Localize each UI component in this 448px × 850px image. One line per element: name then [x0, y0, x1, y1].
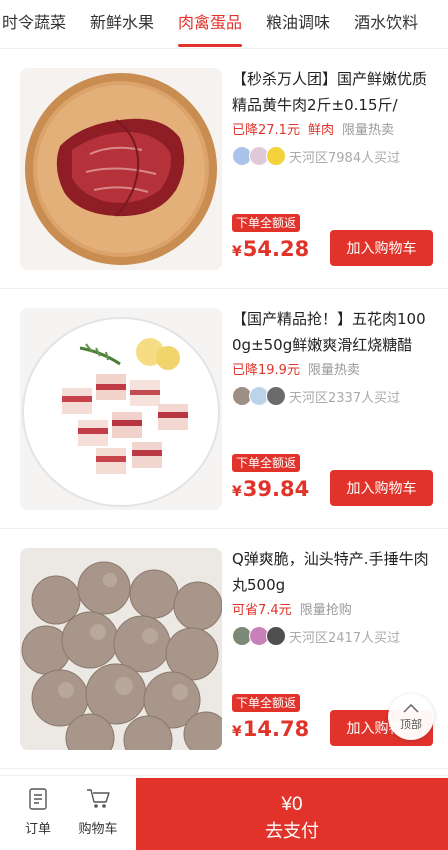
checkout-label: 去支付: [265, 821, 319, 841]
add-to-cart-button[interactable]: 加入购物车: [330, 230, 433, 266]
avatar: [266, 386, 286, 406]
buyer-avatars: [232, 146, 286, 166]
avatar: [266, 626, 286, 646]
product-title[interactable]: 【秒杀万人团】国产鲜嫩优质 精品黄牛肉2斤±0.15斤/: [232, 66, 434, 118]
avatar: [266, 146, 286, 166]
product-card[interactable]: 【国产精品抢！】五花肉1000g±50g鲜嫩爽滑红烧糖醋 已降19.9元 限量热卖…: [0, 288, 448, 529]
buyers-count-text: 天河区2417人买过: [289, 630, 401, 646]
product-card[interactable]: 【秒杀万人团】国产鲜嫩优质 精品黄牛肉2斤±0.15斤/ 已降27.1元 鲜肉 限量…: [0, 48, 448, 289]
orders-label: 订单: [24, 822, 51, 837]
price-value: 54.28: [242, 237, 310, 261]
hot-sale-tag: 限量热卖: [341, 123, 394, 138]
product-title[interactable]: 【国产精品抢！】五花肉1000g±50g鲜嫩爽滑红烧糖醋: [232, 306, 434, 358]
cashback-badge: 下单全额返: [232, 454, 301, 472]
product-price: ¥39.84: [232, 474, 309, 507]
product-price: ¥14.78: [232, 714, 309, 747]
currency-symbol: ¥: [232, 244, 242, 260]
buyer-avatars: [232, 386, 286, 406]
shopping-cart-icon: [68, 788, 128, 814]
product-tags: 已降27.1元 鲜肉 限量热卖: [232, 122, 394, 140]
meatball-image[interactable]: [20, 548, 222, 750]
back-to-top-button[interactable]: 顶部: [388, 694, 434, 740]
product-title[interactable]: Q弹爽脆，汕头特产.手捶牛肉丸500g: [232, 546, 434, 598]
tab-fresh-fruit[interactable]: 新鲜水果: [78, 0, 166, 48]
currency-symbol: ¥: [232, 724, 242, 740]
tab-seasonal-vegetables[interactable]: 时令蔬菜: [0, 0, 78, 48]
beef-image[interactable]: [20, 68, 222, 270]
product-tags: 可省7.4元 限量抢购: [232, 602, 352, 620]
total-amount: ¥0: [281, 794, 303, 815]
order-list-icon: [8, 788, 68, 814]
chevron-up-icon: [403, 703, 419, 716]
price-value: 39.84: [242, 477, 310, 501]
cart-label: 购物车: [78, 822, 118, 837]
price-value: 14.78: [242, 717, 310, 741]
buyer-avatars: [232, 626, 286, 646]
cart-button[interactable]: 购物车: [68, 788, 128, 837]
savings-tag: 可省7.4元: [232, 603, 292, 618]
product-price: ¥54.28: [232, 234, 309, 267]
tab-drinks[interactable]: 酒水饮料: [342, 0, 430, 48]
product-tags: 已降19.9元 限量热卖: [232, 362, 360, 380]
orders-button[interactable]: 订单: [8, 788, 68, 837]
buyers-info: 天河区2337人买过: [232, 386, 400, 406]
checkout-button[interactable]: ¥0 去支付: [136, 778, 448, 850]
product-card[interactable]: Q弹爽脆，汕头特产.手捶牛肉丸500g 可省7.4元 限量抢购 天河区2417人买…: [0, 528, 448, 769]
pork-belly-image[interactable]: [20, 308, 222, 510]
limited-sale-tag: 限量抢购: [299, 603, 352, 618]
hot-sale-tag: 限量热卖: [307, 363, 360, 378]
tab-grain-oil-seasoning[interactable]: 粮油调味: [254, 0, 342, 48]
cashback-badge: 下单全额返: [232, 694, 301, 712]
buyers-info: 天河区7984人买过: [232, 146, 400, 166]
back-to-top-label: 顶部: [400, 717, 422, 731]
price-drop-tag: 已降27.1元: [232, 123, 300, 138]
fresh-meat-tag: 鲜肉: [307, 123, 334, 138]
tab-meat-poultry-eggs[interactable]: 肉禽蛋品: [166, 0, 254, 48]
buyers-count-text: 天河区2337人买过: [289, 390, 401, 406]
bottom-bar: 订单 购物车 ¥0 去支付: [0, 775, 448, 850]
add-to-cart-button[interactable]: 加入购物车: [330, 470, 433, 506]
buyers-info: 天河区2417人买过: [232, 626, 400, 646]
cashback-badge: 下单全额返: [232, 214, 301, 232]
price-drop-tag: 已降19.9元: [232, 363, 300, 378]
currency-symbol: ¥: [232, 484, 242, 500]
buyers-count-text: 天河区7984人买过: [289, 150, 401, 166]
category-tab-bar: 时令蔬菜 新鲜水果 肉禽蛋品 粮油调味 酒水饮料: [0, 0, 448, 49]
